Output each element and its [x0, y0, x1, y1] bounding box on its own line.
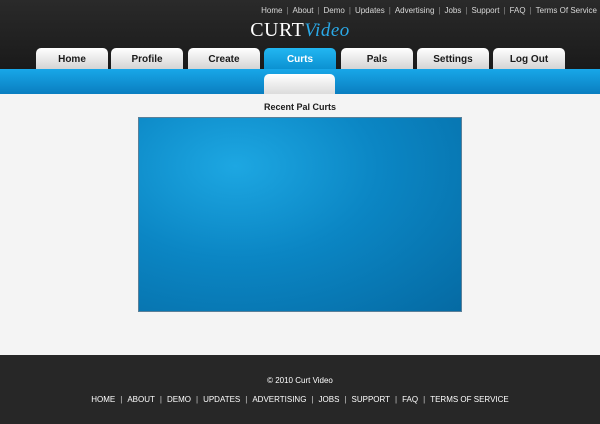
footer-link-updates[interactable]: UPDATES [203, 395, 240, 404]
top-link-support[interactable]: Support [471, 6, 499, 15]
footer-link-demo[interactable]: DEMO [167, 395, 191, 404]
subnav-tab[interactable] [264, 74, 335, 94]
top-link-about[interactable]: About [293, 6, 314, 15]
main-nav-tabs: Home Profile Create Curts Pals Settings … [0, 48, 600, 70]
footer-link-jobs[interactable]: JOBS [319, 395, 340, 404]
video-player[interactable] [138, 117, 462, 312]
footer-link-home[interactable]: HOME [91, 395, 115, 404]
top-link-updates[interactable]: Updates [355, 6, 385, 15]
top-links: Home | About | Demo | Updates | Advertising |… [261, 5, 597, 15]
footer-link-support[interactable]: SUPPORT [352, 395, 391, 404]
site-header: Home | About | Demo | Updates | Advertising |… [0, 0, 600, 70]
copyright-text: © 2010 Curt Video [267, 376, 333, 385]
top-link-faq[interactable]: FAQ [510, 6, 526, 15]
footer-link-about[interactable]: ABOUT [127, 395, 155, 404]
top-link-home[interactable]: Home [261, 6, 282, 15]
footer-link-terms[interactable]: TERMS OF SERVICE [430, 395, 509, 404]
tab-log-out[interactable]: Log Out [493, 48, 565, 70]
section-title: Recent Pal Curts [263, 102, 337, 112]
tab-profile[interactable]: Profile [111, 48, 183, 70]
tab-curts[interactable]: Curts [264, 48, 336, 70]
logo-sub: Video [304, 20, 350, 41]
top-link-jobs[interactable]: Jobs [444, 6, 461, 15]
footer-link-advertising[interactable]: ADVERTISING [252, 395, 306, 404]
footer-link-faq[interactable]: FAQ [402, 395, 418, 404]
footer-links: HOME | ABOUT | DEMO | UPDATES | ADVERTISING |… [91, 395, 509, 404]
top-link-advertising[interactable]: Advertising [395, 6, 435, 15]
tab-pals[interactable]: Pals [341, 48, 413, 70]
tab-settings[interactable]: Settings [417, 48, 489, 70]
top-link-demo[interactable]: Demo [324, 6, 345, 15]
tab-home[interactable]: Home [36, 48, 108, 70]
top-link-terms[interactable]: Terms Of Service [536, 6, 597, 15]
logo-main: CURT [250, 19, 305, 41]
site-logo[interactable]: CURTVideo [0, 19, 600, 42]
site-footer: © 2010 Curt Video HOME | ABOUT | DEMO | UPD… [0, 355, 600, 424]
tab-create[interactable]: Create [188, 48, 260, 70]
